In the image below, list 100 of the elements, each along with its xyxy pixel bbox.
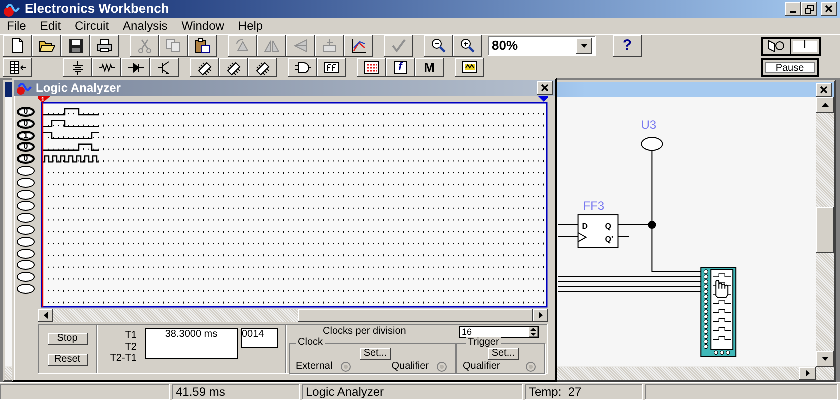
waveform [43, 108, 99, 116]
qualifier-label: Qualifier [463, 361, 500, 373]
menu-item[interactable]: Help [231, 18, 270, 34]
radio-button[interactable] [526, 362, 536, 372]
close-icon [825, 5, 833, 13]
new-button[interactable] [3, 35, 32, 57]
close-button[interactable] [821, 2, 837, 16]
new-file-icon [10, 38, 26, 54]
mixed-ics-button[interactable] [219, 58, 248, 77]
printer-icon [96, 38, 112, 54]
close-button[interactable] [537, 81, 553, 95]
right-arrow-icon [538, 312, 542, 319]
power-switch[interactable]: I [761, 36, 821, 56]
open-button[interactable] [32, 35, 61, 57]
rotate-button[interactable] [228, 35, 257, 57]
sources-button[interactable] [63, 58, 92, 77]
time-reading: 38.3000 ms [165, 329, 218, 340]
scrollbar-thumb[interactable] [816, 207, 834, 253]
controls-button[interactable]: f [386, 58, 415, 77]
logic-gate-icon [294, 60, 310, 76]
properties-button[interactable] [384, 35, 413, 57]
flip-flop-icon [324, 60, 340, 76]
diodes-button[interactable] [121, 58, 150, 77]
restore-icon [804, 4, 814, 14]
horizontal-scrollbar[interactable] [38, 309, 548, 322]
menu-item[interactable]: Edit [33, 18, 68, 34]
close-button[interactable] [816, 82, 832, 96]
scroll-right-button[interactable] [533, 309, 548, 322]
subcircuit-icon [322, 38, 338, 54]
clock-set-button[interactable]: Set... [360, 348, 392, 360]
controls-icon: f [394, 61, 408, 74]
up-arrow-icon [822, 103, 828, 107]
close-icon [541, 84, 549, 92]
minimize-button[interactable] [785, 2, 801, 16]
pause-button[interactable]: Pause [761, 58, 819, 77]
basic-button[interactable] [92, 58, 121, 77]
menu-item[interactable]: Circuit [68, 18, 116, 34]
subcircuit-button[interactable] [315, 35, 344, 57]
restore-button[interactable] [801, 2, 817, 16]
group-title: Clock [296, 337, 326, 348]
print-button[interactable] [90, 35, 119, 57]
menu-item[interactable]: Analysis [116, 18, 175, 34]
chip-icon [196, 60, 212, 76]
scroll-up-button[interactable] [816, 97, 834, 113]
cut-button[interactable] [130, 35, 159, 57]
time-label: T2-T1 [110, 353, 137, 364]
chip-icon [226, 60, 242, 76]
status-temperature: Temp: 27 [525, 384, 643, 400]
flip-vertical-button[interactable] [286, 35, 315, 57]
waveform [43, 120, 99, 128]
clock-input-icon [578, 232, 588, 242]
radio-button[interactable] [437, 362, 447, 372]
scrollbar-thumb[interactable] [298, 309, 533, 322]
digital-button[interactable] [317, 58, 346, 77]
external-label: External [296, 361, 333, 373]
copy-button[interactable] [159, 35, 188, 57]
zoom-select[interactable]: 80% [488, 36, 596, 56]
scissors-icon [136, 38, 152, 54]
indicator-icon [364, 60, 380, 76]
trigger-set-button[interactable]: Set... [488, 348, 520, 360]
paste-button[interactable] [188, 35, 217, 57]
help-button[interactable]: ? [613, 35, 642, 57]
scroll-right-button[interactable] [799, 367, 816, 380]
vertical-scrollbar[interactable] [816, 97, 834, 367]
flip-flop [578, 214, 619, 248]
flip-horizontal-icon [264, 38, 280, 54]
instruments-button[interactable] [455, 58, 484, 77]
count-readout: 0014 [241, 328, 278, 348]
save-button[interactable] [61, 35, 90, 57]
chip-icon [254, 60, 270, 76]
zoom-out-button[interactable] [424, 35, 453, 57]
flip-horizontal-button[interactable] [257, 35, 286, 57]
miscellaneous-button[interactable]: M [415, 58, 444, 77]
pin-label: Q' [605, 235, 614, 244]
parts-bin-button[interactable] [3, 58, 32, 77]
scroll-down-button[interactable] [816, 351, 834, 367]
right-arrow-icon [806, 370, 810, 377]
scroll-left-button[interactable] [38, 309, 53, 322]
analog-ics-button[interactable] [190, 58, 219, 77]
control-button[interactable]: Stop [48, 332, 88, 344]
logic-gates-button[interactable] [288, 58, 317, 77]
graph-icon [350, 38, 366, 54]
pin-label: D [582, 222, 588, 231]
control-button[interactable]: Reset [48, 354, 88, 366]
clocks-label: Clocks per division [323, 326, 406, 338]
parts-bin-icon [10, 60, 26, 76]
menu-item[interactable]: Window [174, 18, 232, 34]
graph-button[interactable] [344, 35, 373, 57]
radio-button[interactable] [340, 362, 351, 372]
zoom-in-button[interactable] [453, 35, 482, 57]
menu-item[interactable]: File [0, 18, 34, 34]
clocks-spin-field[interactable]: 16 [459, 326, 539, 338]
qualifier-label: Qualifier [392, 361, 429, 373]
spin-arrows-icon[interactable] [529, 327, 538, 337]
indicators-button[interactable] [357, 58, 386, 77]
digital-ics-button[interactable] [248, 58, 277, 77]
window-title: Logic Analyzer [36, 80, 121, 96]
app-logo-icon [3, 2, 21, 16]
zoom-in-icon [460, 38, 476, 54]
transistors-button[interactable] [150, 58, 179, 77]
